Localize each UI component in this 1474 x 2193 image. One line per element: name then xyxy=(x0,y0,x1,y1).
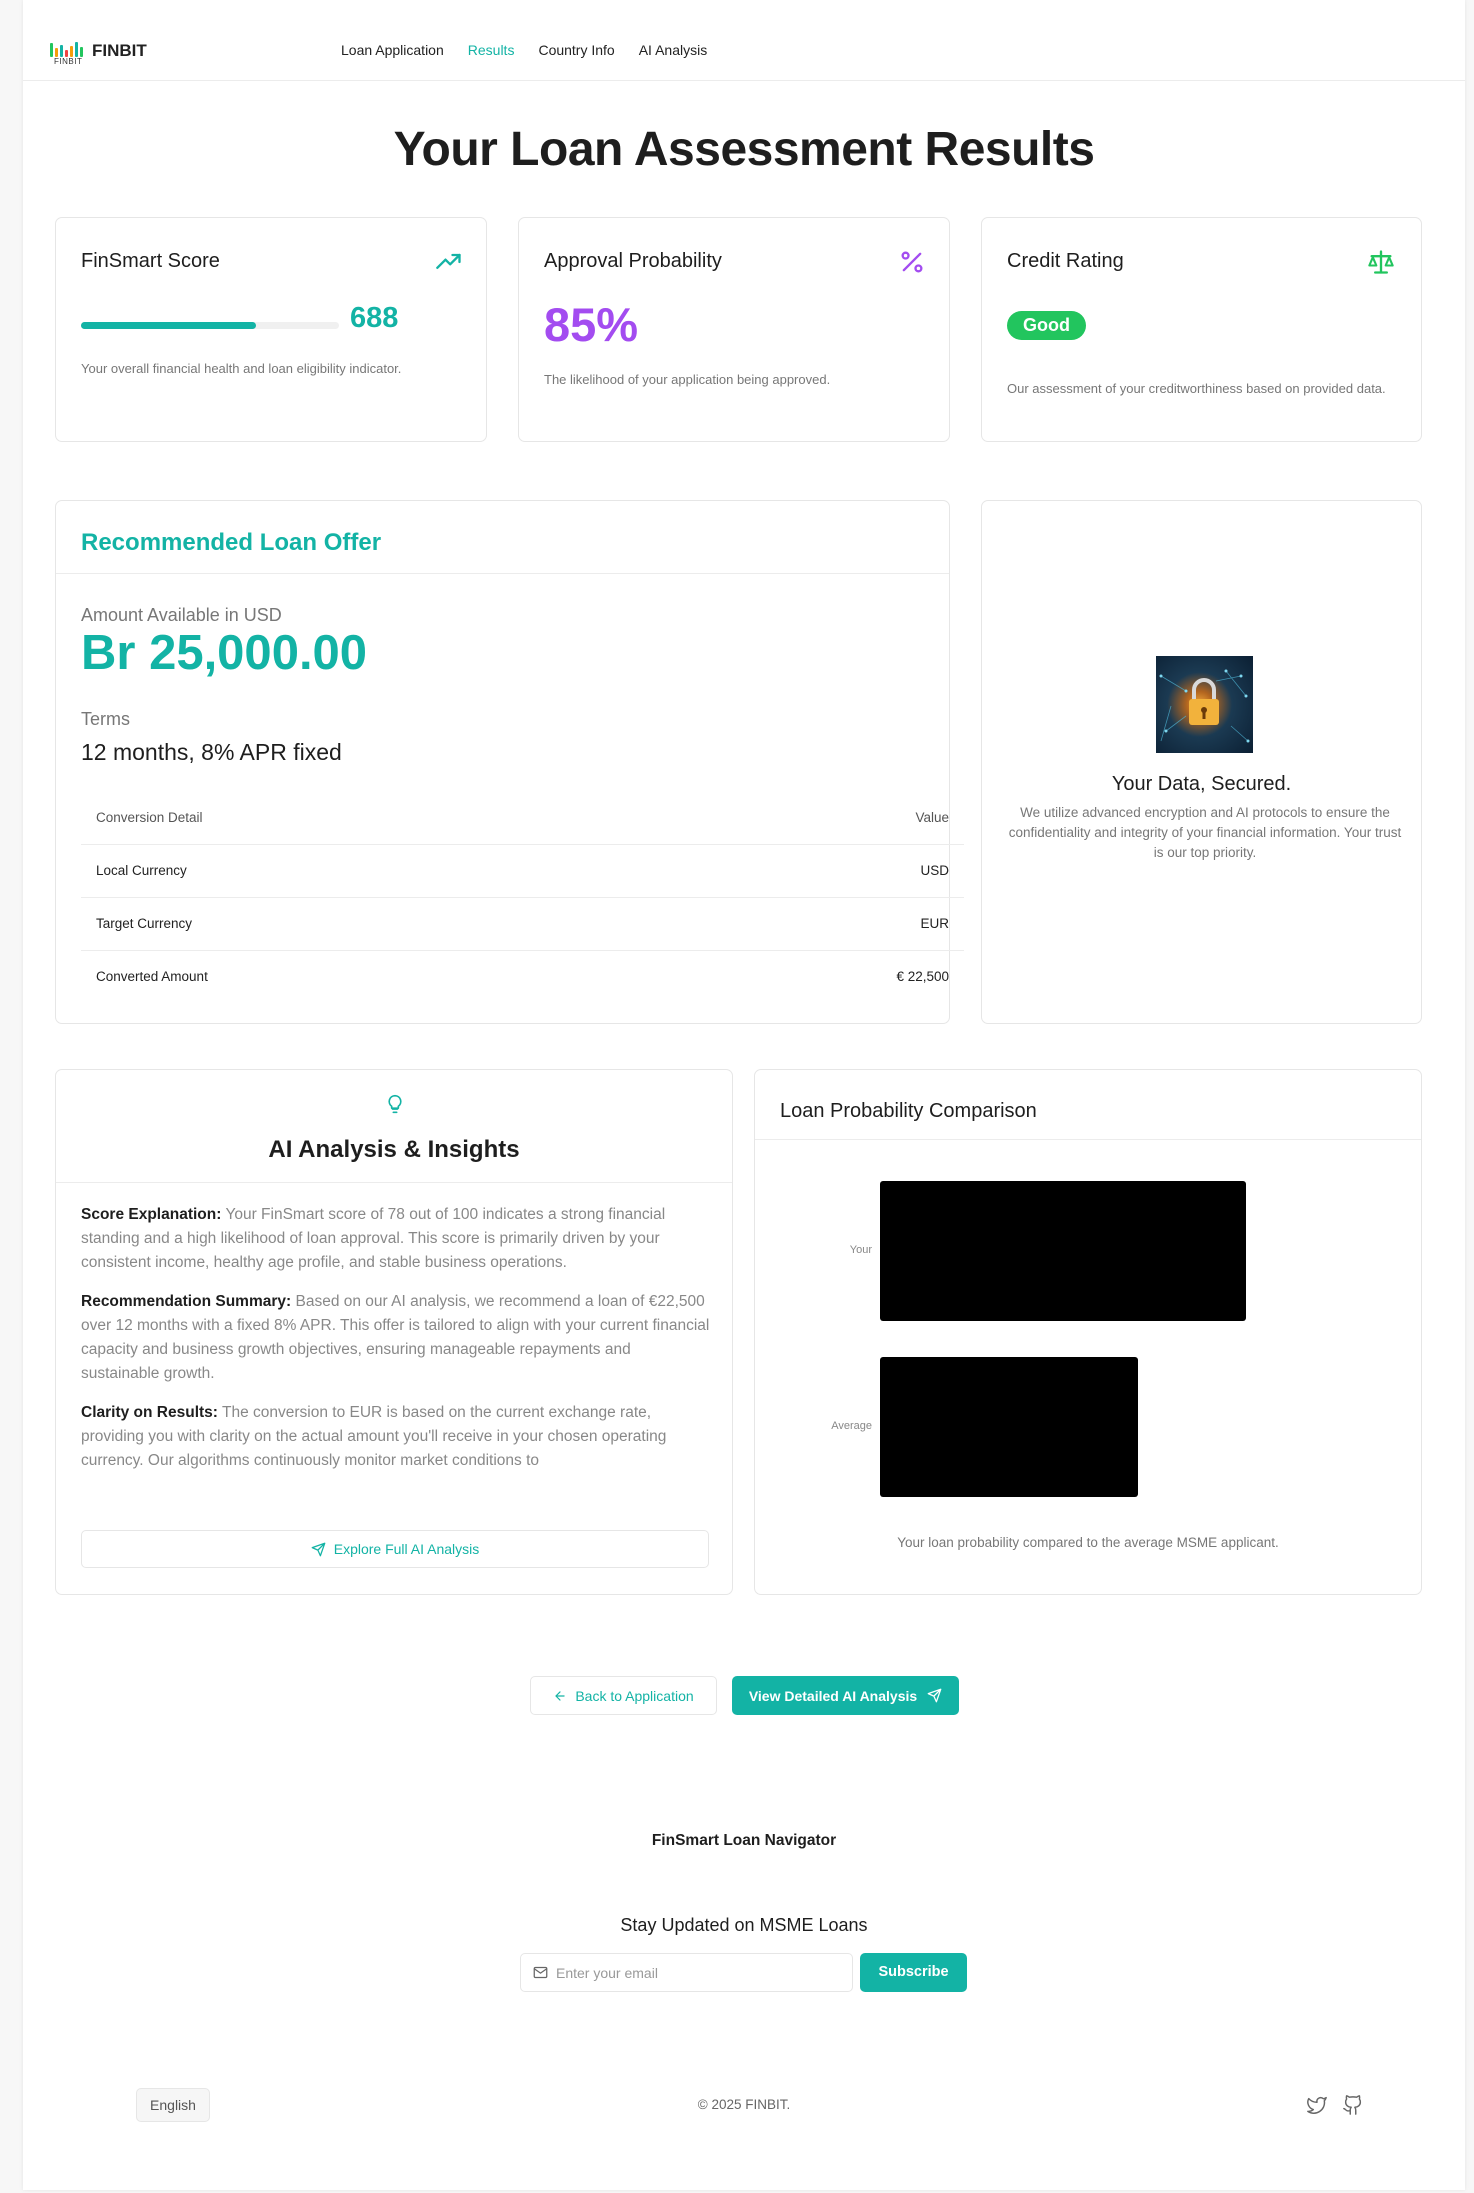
amount-label: Amount Available in USD xyxy=(81,605,282,625)
credit-rating-badge: Good xyxy=(1007,311,1086,340)
explore-button-label: Explore Full AI Analysis xyxy=(333,1541,480,1557)
nav-link-results[interactable]: Results xyxy=(468,42,515,58)
page-title: Your Loan Assessment Results xyxy=(393,123,1095,176)
logo-chart-icon: FINBIT xyxy=(48,34,88,66)
copyright: © 2025 FINBIT. xyxy=(697,2097,791,2112)
nav-link-ai-analysis[interactable]: AI Analysis xyxy=(639,42,707,58)
score-progress-bar xyxy=(81,322,339,329)
detail-button-label: View Detailed AI Analysis xyxy=(748,1687,918,1704)
padlock-image xyxy=(1156,656,1253,753)
percent-icon xyxy=(901,251,923,273)
terms-label: Terms xyxy=(81,709,130,729)
back-to-application-button[interactable]: Back to Application xyxy=(530,1676,717,1715)
trending-up-icon xyxy=(436,253,461,269)
table-cell: Target Currency xyxy=(81,897,640,951)
section-label: Clarity on Results: xyxy=(81,1404,218,1421)
recommendation-summary: Recommendation Summary: Based on our AI … xyxy=(81,1290,711,1386)
send-icon xyxy=(927,1688,942,1703)
send-icon xyxy=(311,1542,326,1556)
table-header: Conversion Detail xyxy=(81,791,640,845)
explore-full-ai-analysis-button[interactable]: Explore Full AI Analysis xyxy=(81,1530,709,1568)
table-row: Target Currency EUR xyxy=(81,897,964,951)
comparison-header: Loan Probability Comparison xyxy=(755,1070,1421,1140)
top-nav: FINBIT FINBIT Loan Application Results C… xyxy=(23,0,1465,81)
ai-analysis-card: AI Analysis & Insights Score Explanation… xyxy=(55,1069,733,1595)
twitter-icon[interactable] xyxy=(1306,2094,1328,2116)
arrow-left-icon xyxy=(555,1690,566,1701)
clarity-on-results: Clarity on Results: The conversion to EU… xyxy=(81,1401,711,1473)
logo-subtext: FINBIT xyxy=(54,57,83,66)
score-card-title: FinSmart Score xyxy=(81,250,220,272)
loan-amount: Br 25,000.00 xyxy=(81,626,368,680)
nav-link-country-info[interactable]: Country Info xyxy=(538,42,614,58)
section-label: Recommendation Summary: xyxy=(81,1293,292,1310)
table-cell: € 22,500 xyxy=(896,969,949,985)
table-row: Local Currency USD xyxy=(81,844,964,898)
approval-value: 85% xyxy=(544,298,639,351)
section-label: Score Explanation: xyxy=(81,1206,222,1223)
email-field[interactable] xyxy=(520,1953,853,1992)
padlock-icon xyxy=(1159,669,1250,743)
table-cell: Local Currency xyxy=(81,844,640,898)
results-page: FINBIT FINBIT Loan Application Results C… xyxy=(23,0,1465,2190)
data-security-card: Your Data, Secured. We utilize advanced … xyxy=(981,500,1422,1024)
view-detailed-ai-analysis-button[interactable]: View Detailed AI Analysis xyxy=(732,1676,959,1715)
bar-label: Average xyxy=(831,1420,872,1432)
comparison-title: Loan Probability Comparison xyxy=(780,1100,1037,1122)
table-cell: USD xyxy=(639,844,964,898)
back-button-label: Back to Application xyxy=(575,1687,694,1704)
comparison-caption: Your loan probability compared to the av… xyxy=(897,1535,1279,1550)
table-row: Converted Amount € 22,500 xyxy=(81,950,964,1003)
bar-label: Your xyxy=(849,1244,872,1256)
score-explanation: Score Explanation: Your FinSmart score o… xyxy=(81,1203,711,1275)
credit-description: Our assessment of your creditworthiness … xyxy=(1007,381,1386,396)
approval-card-title: Approval Probability xyxy=(544,250,722,272)
loan-terms: 12 months, 8% APR fixed xyxy=(81,739,342,765)
mail-icon xyxy=(533,1966,548,1979)
footer-brand: FinSmart Loan Navigator xyxy=(651,1832,837,1849)
loan-probability-comparison-card: Loan Probability Comparison Your Average … xyxy=(754,1069,1422,1595)
ai-card-header: AI Analysis & Insights xyxy=(56,1070,732,1183)
logo[interactable]: FINBIT FINBIT xyxy=(48,34,147,66)
newsletter-title: Stay Updated on MSME Loans xyxy=(620,1915,868,1935)
bar-your xyxy=(880,1181,1246,1321)
recommended-loan-offer-card: Recommended Loan Offer Amount Available … xyxy=(55,500,964,1024)
offer-title: Recommended Loan Offer xyxy=(81,529,382,556)
bar-average xyxy=(880,1357,1138,1497)
nav-link-loan-application[interactable]: Loan Application xyxy=(341,42,444,58)
security-description: We utilize advanced encryption and AI pr… xyxy=(1008,805,1402,860)
lightbulb-icon xyxy=(388,1094,402,1114)
approval-probability-card: Approval Probability 85% The likelihood … xyxy=(518,217,950,442)
score-progress-fill xyxy=(81,322,257,329)
finsmart-score-card: FinSmart Score 688 Your overall financia… xyxy=(55,217,487,442)
subscribe-button[interactable]: Subscribe xyxy=(860,1953,967,1992)
scale-icon xyxy=(1368,250,1394,274)
github-icon[interactable] xyxy=(1342,2094,1364,2116)
ai-card-title: AI Analysis & Insights xyxy=(268,1136,520,1163)
ai-analysis-body[interactable]: Score Explanation: Your FinSmart score o… xyxy=(81,1203,711,1519)
conversion-table: Conversion Detail Value Local Currency U… xyxy=(81,791,964,1003)
nav-links: Loan Application Results Country Info AI… xyxy=(341,42,707,58)
email-input[interactable] xyxy=(556,1964,836,1981)
credit-rating-card: Credit Rating Good Our assessment of you… xyxy=(981,217,1422,442)
offer-header: Recommended Loan Offer xyxy=(56,501,949,574)
table-cell: Converted Amount xyxy=(96,969,208,985)
logo-text: FINBIT xyxy=(92,41,147,60)
table-header: Value xyxy=(639,791,964,845)
score-value: 688 xyxy=(350,302,399,334)
credit-card-title: Credit Rating xyxy=(1007,250,1124,272)
score-description: Your overall financial health and loan e… xyxy=(81,361,402,376)
security-title: Your Data, Secured. xyxy=(1111,773,1292,795)
approval-description: The likelihood of your application being… xyxy=(544,372,831,387)
table-cell: EUR xyxy=(639,897,964,951)
